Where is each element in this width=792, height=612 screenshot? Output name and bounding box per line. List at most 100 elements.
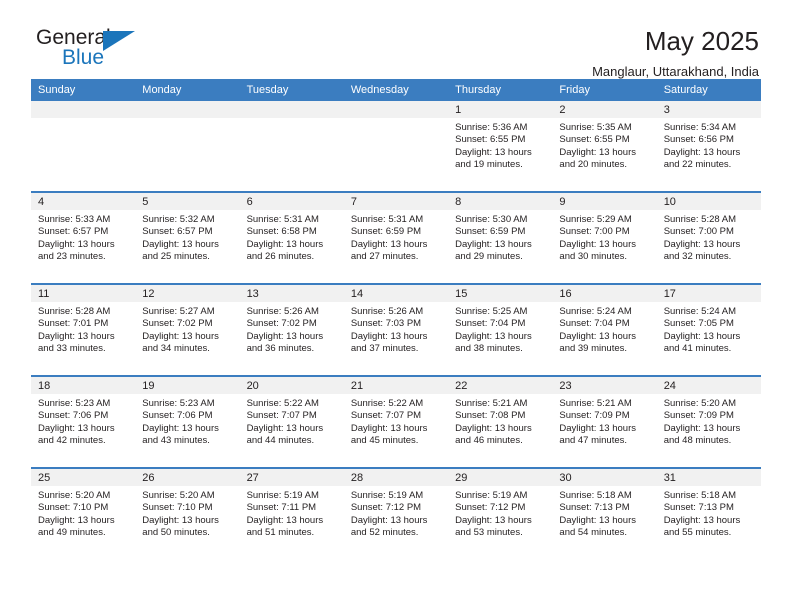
- daylight-duration-line2: and 48 minutes.: [663, 435, 732, 447]
- calendar-day-cell[interactable]: 14 Sunrise: 5:26 AM Sunset: 7:03 PM Dayligh…: [343, 285, 449, 375]
- day-details: Sunrise: 5:18 AM Sunset: 7:13 PM Daylight:…: [552, 486, 656, 540]
- calendar-day-cell[interactable]: 7 Sunrise: 5:31 AM Sunset: 6:59 PM Daylight…: [343, 193, 449, 283]
- calendar-day-cell[interactable]: 23 Sunrise: 5:21 AM Sunset: 7:09 PM Dayligh…: [552, 377, 657, 467]
- calendar-week-row: 4 Sunrise: 5:33 AM Sunset: 6:57 PM Daylight…: [31, 191, 761, 284]
- sunrise-time: Sunrise: 5:20 AM: [142, 490, 215, 501]
- calendar-day-cell[interactable]: 17 Sunrise: 5:24 AM Sunset: 7:05 PM Dayligh…: [656, 285, 761, 375]
- daylight-duration-line1: Daylight: 13 hours: [142, 514, 219, 526]
- calendar-day-cell[interactable]: 12 Sunrise: 5:27 AM Sunset: 7:02 PM Dayligh…: [135, 285, 240, 375]
- calendar-cell: 30 Sunrise: 5:18 AM Sunset: 7:13 PM Dayligh…: [552, 467, 657, 559]
- day-number: 7: [343, 193, 449, 210]
- calendar-day-cell[interactable]: 30 Sunrise: 5:18 AM Sunset: 7:13 PM Dayligh…: [552, 469, 657, 559]
- weekday-header-row: Sunday Monday Tuesday Wednesday Thursday…: [31, 79, 761, 101]
- sunset-time: Sunset: 6:57 PM: [142, 226, 213, 238]
- calendar-day-cell[interactable]: 10 Sunrise: 5:28 AM Sunset: 7:00 PM Dayligh…: [656, 193, 761, 283]
- calendar-day-cell[interactable]: 25 Sunrise: 5:20 AM Sunset: 7:10 PM Dayligh…: [31, 469, 136, 559]
- daylight-duration-line2: and 37 minutes.: [350, 343, 419, 355]
- calendar-cell: 28 Sunrise: 5:19 AM Sunset: 7:12 PM Dayligh…: [343, 467, 449, 559]
- day-details: Sunrise: 5:32 AM Sunset: 6:57 PM Daylight:…: [135, 210, 239, 264]
- calendar-day-cell[interactable]: 11 Sunrise: 5:28 AM Sunset: 7:01 PM Dayligh…: [31, 285, 136, 375]
- calendar-cell: 18 Sunrise: 5:23 AM Sunset: 7:06 PM Dayligh…: [31, 375, 136, 468]
- daylight-duration-line1: Daylight: 13 hours: [38, 422, 115, 434]
- day-number: 23: [552, 377, 657, 394]
- calendar-day-cell-empty: [239, 101, 344, 191]
- daylight-duration-line2: and 34 minutes.: [142, 343, 210, 355]
- day-number: 13: [239, 285, 344, 302]
- calendar-cell: 16 Sunrise: 5:24 AM Sunset: 7:04 PM Dayligh…: [552, 283, 657, 376]
- sunset-time: Sunset: 7:06 PM: [142, 410, 213, 422]
- calendar-cell: 10 Sunrise: 5:28 AM Sunset: 7:00 PM Dayligh…: [656, 191, 761, 284]
- sunset-time: Sunset: 7:11 PM: [246, 502, 317, 514]
- calendar-body: 1 Sunrise: 5:36 AM Sunset: 6:55 PM Daylight…: [31, 101, 761, 559]
- day-details: Sunrise: 5:33 AM Sunset: 6:57 PM Daylight:…: [31, 210, 135, 264]
- day-details: Sunrise: 5:31 AM Sunset: 6:59 PM Daylight:…: [344, 210, 448, 264]
- general-blue-logo[interactable]: General Blue: [31, 26, 151, 78]
- day-number: 25: [31, 469, 136, 486]
- sunset-time: Sunset: 7:06 PM: [38, 410, 109, 422]
- daylight-duration-line2: and 36 minutes.: [246, 343, 315, 355]
- calendar-day-cell[interactable]: 3 Sunrise: 5:34 AM Sunset: 6:56 PM Daylight…: [656, 101, 761, 191]
- daylight-duration-line1: Daylight: 13 hours: [38, 238, 115, 250]
- day-details: Sunrise: 5:24 AM Sunset: 7:04 PM Daylight:…: [552, 302, 656, 356]
- calendar-day-cell[interactable]: 19 Sunrise: 5:23 AM Sunset: 7:06 PM Dayligh…: [135, 377, 240, 467]
- calendar-day-cell[interactable]: 8 Sunrise: 5:30 AM Sunset: 6:59 PM Daylight…: [448, 193, 553, 283]
- daylight-duration-line1: Daylight: 13 hours: [246, 514, 324, 526]
- day-number: 3: [656, 101, 761, 118]
- calendar-day-cell[interactable]: 9 Sunrise: 5:29 AM Sunset: 7:00 PM Daylight…: [552, 193, 657, 283]
- calendar-cell: 7 Sunrise: 5:31 AM Sunset: 6:59 PM Daylight…: [343, 191, 449, 284]
- calendar-day-cell[interactable]: 21 Sunrise: 5:22 AM Sunset: 7:07 PM Dayligh…: [343, 377, 449, 467]
- day-number: 30: [552, 469, 657, 486]
- daylight-duration-line1: Daylight: 13 hours: [350, 238, 428, 250]
- sunset-time: Sunset: 7:04 PM: [559, 318, 630, 330]
- calendar-cell: 22 Sunrise: 5:21 AM Sunset: 7:08 PM Dayligh…: [448, 375, 553, 468]
- calendar-day-cell[interactable]: 16 Sunrise: 5:24 AM Sunset: 7:04 PM Dayligh…: [552, 285, 657, 375]
- day-details: Sunrise: 5:29 AM Sunset: 7:00 PM Daylight:…: [552, 210, 656, 264]
- calendar-day-cell[interactable]: 2 Sunrise: 5:35 AM Sunset: 6:55 PM Daylight…: [552, 101, 657, 191]
- calendar-day-cell[interactable]: 28 Sunrise: 5:19 AM Sunset: 7:12 PM Dayligh…: [343, 469, 449, 559]
- calendar-week-row: 11 Sunrise: 5:28 AM Sunset: 7:01 PM Dayligh…: [31, 283, 761, 376]
- daylight-duration-line1: Daylight: 13 hours: [455, 238, 532, 250]
- calendar-day-cell[interactable]: 1 Sunrise: 5:36 AM Sunset: 6:55 PM Daylight…: [448, 101, 553, 191]
- calendar-day-cell[interactable]: 5 Sunrise: 5:32 AM Sunset: 6:57 PM Daylight…: [135, 193, 240, 283]
- daylight-duration-line1: Daylight: 13 hours: [455, 330, 532, 342]
- day-details: Sunrise: 5:26 AM Sunset: 7:03 PM Daylight:…: [344, 302, 448, 356]
- calendar-day-cell[interactable]: 22 Sunrise: 5:21 AM Sunset: 7:08 PM Dayligh…: [448, 377, 553, 467]
- sunset-time: Sunset: 7:12 PM: [350, 502, 422, 514]
- calendar-day-cell[interactable]: 20 Sunrise: 5:22 AM Sunset: 7:07 PM Dayligh…: [239, 377, 344, 467]
- day-number: 14: [343, 285, 449, 302]
- weekday-header-saturday: Saturday: [656, 79, 761, 101]
- sunrise-time: Sunrise: 5:24 AM: [559, 306, 632, 317]
- calendar-day-cell[interactable]: 26 Sunrise: 5:20 AM Sunset: 7:10 PM Dayligh…: [135, 469, 240, 559]
- daylight-duration-line1: Daylight: 13 hours: [455, 422, 532, 434]
- daylight-duration-line1: Daylight: 13 hours: [350, 330, 428, 342]
- logo-triangle-icon: [103, 31, 135, 51]
- day-details: Sunrise: 5:24 AM Sunset: 7:05 PM Daylight:…: [657, 302, 761, 356]
- daylight-duration-line2: and 27 minutes.: [350, 251, 419, 263]
- calendar-day-cell[interactable]: 13 Sunrise: 5:26 AM Sunset: 7:02 PM Dayligh…: [239, 285, 344, 375]
- calendar-day-cell[interactable]: 4 Sunrise: 5:33 AM Sunset: 6:57 PM Daylight…: [31, 193, 136, 283]
- daylight-duration-line2: and 47 minutes.: [559, 435, 628, 447]
- calendar-cell: 15 Sunrise: 5:25 AM Sunset: 7:04 PM Dayligh…: [448, 283, 553, 376]
- day-number: [135, 101, 240, 118]
- sunrise-time: Sunrise: 5:28 AM: [38, 306, 111, 317]
- calendar-day-cell[interactable]: 27 Sunrise: 5:19 AM Sunset: 7:11 PM Dayligh…: [239, 469, 344, 559]
- daylight-duration-line2: and 25 minutes.: [142, 251, 210, 263]
- day-details: Sunrise: 5:23 AM Sunset: 7:06 PM Daylight:…: [31, 394, 135, 448]
- day-details: Sunrise: 5:20 AM Sunset: 7:10 PM Daylight:…: [135, 486, 239, 540]
- calendar-cell: 17 Sunrise: 5:24 AM Sunset: 7:05 PM Dayligh…: [656, 283, 761, 376]
- daylight-duration-line1: Daylight: 13 hours: [559, 146, 636, 158]
- calendar-day-cell[interactable]: 24 Sunrise: 5:20 AM Sunset: 7:09 PM Dayligh…: [656, 377, 761, 467]
- sunset-time: Sunset: 6:58 PM: [246, 226, 317, 238]
- daylight-duration-line1: Daylight: 13 hours: [246, 422, 324, 434]
- calendar-day-cell[interactable]: 29 Sunrise: 5:19 AM Sunset: 7:12 PM Dayligh…: [448, 469, 553, 559]
- sunset-time: Sunset: 6:59 PM: [350, 226, 422, 238]
- calendar-day-cell[interactable]: 6 Sunrise: 5:31 AM Sunset: 6:58 PM Daylight…: [239, 193, 344, 283]
- calendar-day-cell[interactable]: 15 Sunrise: 5:25 AM Sunset: 7:04 PM Dayligh…: [448, 285, 553, 375]
- calendar-day-cell[interactable]: 18 Sunrise: 5:23 AM Sunset: 7:06 PM Dayligh…: [31, 377, 136, 467]
- calendar-day-cell[interactable]: 31 Sunrise: 5:18 AM Sunset: 7:13 PM Dayligh…: [656, 469, 761, 559]
- day-details: Sunrise: 5:26 AM Sunset: 7:02 PM Daylight:…: [240, 302, 344, 356]
- sunset-time: Sunset: 7:09 PM: [559, 410, 630, 422]
- sunrise-time: Sunrise: 5:18 AM: [559, 490, 632, 501]
- calendar-week-row: 1 Sunrise: 5:36 AM Sunset: 6:55 PM Daylight…: [31, 101, 761, 192]
- sunset-time: Sunset: 7:10 PM: [38, 502, 109, 514]
